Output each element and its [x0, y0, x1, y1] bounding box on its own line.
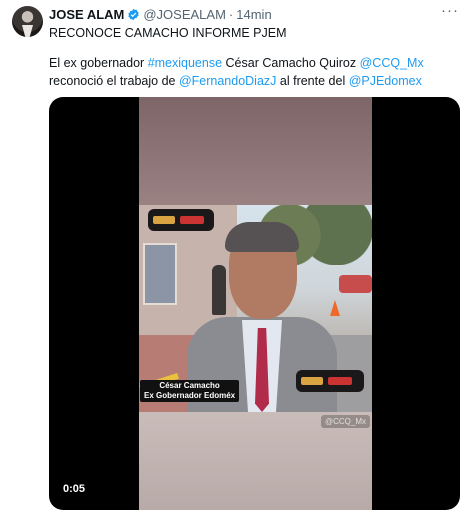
video-duration: 0:05: [63, 483, 86, 495]
video-frame[interactable]: César Camacho Ex Gobernador Edoméx @CCQ_…: [139, 97, 372, 510]
logo-mark: [328, 377, 352, 385]
tweet-text: El ex gobernador: [49, 56, 148, 70]
header-separator: ·: [228, 6, 234, 22]
broadcast-logo: [148, 209, 214, 231]
mention-link[interactable]: @CCQ_Mx: [360, 56, 424, 70]
author-handle[interactable]: @JOSEALAM: [143, 7, 226, 22]
verified-badge-icon: [128, 8, 140, 20]
building-window: [143, 243, 177, 305]
car: [339, 275, 372, 293]
hashtag-link[interactable]: #mexiquense: [148, 56, 222, 70]
avatar-shirt: [22, 25, 33, 37]
more-options-icon[interactable]: ···: [441, 3, 459, 18]
video-watermark: @CCQ_Mx: [321, 415, 371, 428]
broadcast-logo: [296, 370, 364, 392]
caption-name: César Camacho: [159, 381, 220, 390]
tweet-text: al frente del: [276, 74, 349, 88]
video-player[interactable]: César Camacho Ex Gobernador Edoméx @CCQ_…: [49, 97, 460, 510]
author-avatar[interactable]: [12, 6, 43, 37]
tweet-text: reconoció el trabajo de: [49, 74, 179, 88]
tweet-timestamp[interactable]: 14min: [236, 7, 271, 22]
mention-link[interactable]: @PJEdomex: [349, 74, 422, 88]
caption-title: Ex Gobernador Edoméx: [144, 391, 236, 400]
mention-link[interactable]: @FernandoDiazJ: [179, 74, 276, 88]
speaker-hair: [225, 222, 299, 252]
logo-mark: [301, 377, 323, 385]
tweet-text: César Camacho Quiroz: [222, 56, 360, 70]
tweet-headline: RECONOCE CAMACHO INFORME PJEM: [49, 26, 287, 40]
logo-mark: [180, 216, 204, 224]
tweet-text-line-1: El ex gobernador #mexiquense César Camac…: [49, 56, 424, 70]
tweet-text-line-2: reconoció el trabajo de @FernandoDiazJ a…: [49, 74, 422, 88]
logo-mark: [153, 216, 175, 224]
author-name[interactable]: JOSE ALAM: [49, 7, 124, 22]
lower-third-caption: César Camacho Ex Gobernador Edoméx: [140, 380, 240, 402]
tweet-header: JOSE ALAM @JOSEALAM · 14min: [49, 6, 272, 22]
video-top-blur: [139, 97, 372, 205]
